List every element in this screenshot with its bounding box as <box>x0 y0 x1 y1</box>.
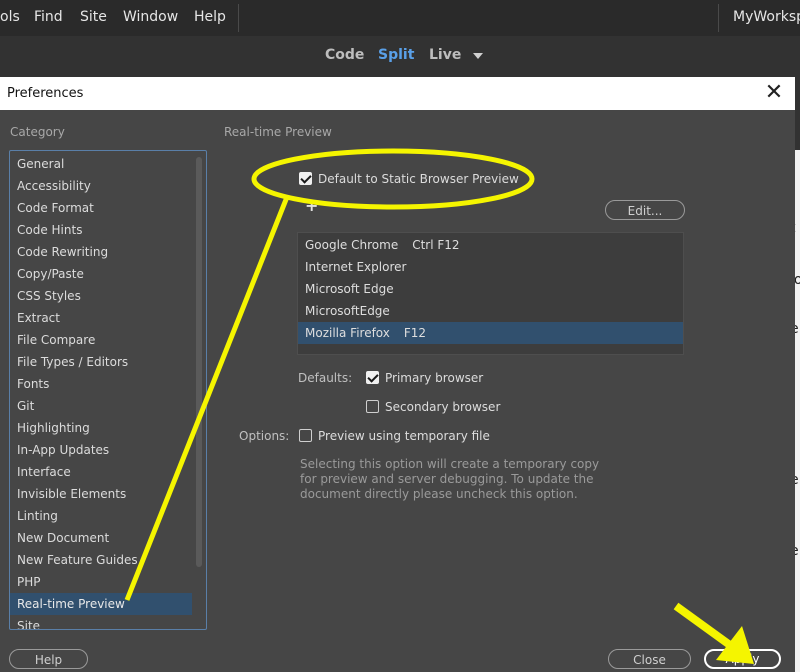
temp-file-label: Preview using temporary file <box>318 429 490 443</box>
remove-browser-icon[interactable]: − <box>336 195 349 214</box>
browser-name: Internet Explorer <box>305 260 407 274</box>
category-item[interactable]: In-App Updates <box>10 439 192 461</box>
category-item[interactable]: New Document <box>10 527 192 549</box>
category-item[interactable]: Invisible Elements <box>10 483 192 505</box>
menu-divider <box>718 4 719 32</box>
browser-name: MicrosoftEdge <box>305 304 390 318</box>
workspace-switcher[interactable]: MyWorksp <box>733 9 800 25</box>
browser-item[interactable]: Microsoft Edge <box>298 278 683 300</box>
category-item[interactable]: Code Format <box>10 197 192 219</box>
dialog-title: Preferences <box>7 86 84 101</box>
browser-shortcut: Ctrl F12 <box>412 238 460 252</box>
category-item[interactable]: Linting <box>10 505 192 527</box>
temp-file-note: Selecting this option will create a temp… <box>300 457 600 501</box>
category-item[interactable]: Code Hints <box>10 219 192 241</box>
category-item[interactable]: Extract <box>10 307 192 329</box>
add-browser-icon[interactable]: + <box>305 196 318 215</box>
browser-item-selected[interactable]: Mozilla Firefox F12 <box>298 322 683 344</box>
menu-window[interactable]: Window <box>123 9 178 25</box>
apply-button[interactable]: Apply <box>704 649 781 669</box>
browser-item[interactable]: Google Chrome Ctrl F12 <box>298 234 683 256</box>
menu-divider <box>238 4 239 32</box>
app-menu-bar: ols Find Site Window Help MyWorksp <box>0 0 800 36</box>
category-item[interactable]: Highlighting <box>10 417 192 439</box>
code-view-button[interactable]: Code <box>325 47 364 63</box>
secondary-browser-checkbox[interactable] <box>366 400 379 413</box>
category-item[interactable]: New Feature Guides <box>10 549 192 571</box>
browser-shortcut: F12 <box>403 326 427 340</box>
split-view-button[interactable]: Split <box>378 47 414 63</box>
browser-name: Google Chrome <box>305 238 399 252</box>
secondary-browser-label: Secondary browser <box>385 400 501 414</box>
section-title: Real-time Preview <box>224 125 332 139</box>
category-item[interactable]: General <box>10 153 192 175</box>
temp-file-checkbox[interactable] <box>299 429 312 442</box>
category-heading: Category <box>10 125 65 139</box>
menu-help[interactable]: Help <box>194 9 226 25</box>
category-item[interactable]: File Compare <box>10 329 192 351</box>
close-icon[interactable]: ✕ <box>762 80 786 106</box>
browser-list: Google Chrome Ctrl F12 Internet Explorer … <box>297 232 684 355</box>
menu-tools[interactable]: ols <box>0 9 20 25</box>
category-item[interactable]: CSS Styles <box>10 285 192 307</box>
options-label: Options: <box>239 429 290 443</box>
category-item[interactable]: Site <box>10 615 192 629</box>
browser-item[interactable]: Internet Explorer <box>298 256 683 278</box>
category-item[interactable]: Git <box>10 395 192 417</box>
primary-browser-checkbox[interactable] <box>366 371 379 384</box>
edit-browser-button[interactable]: Edit... <box>605 200 685 220</box>
category-item[interactable]: Accessibility <box>10 175 192 197</box>
view-mode-bar: Code Split Live <box>0 36 800 76</box>
browser-item[interactable]: MicrosoftEdge <box>298 300 683 322</box>
menu-site[interactable]: Site <box>80 9 107 25</box>
primary-browser-label: Primary browser <box>385 371 484 385</box>
default-static-label: Default to Static Browser Preview <box>318 172 519 186</box>
preferences-dialog: Preferences ✕ Category General Accessibi… <box>0 77 795 672</box>
category-item[interactable]: Interface <box>10 461 192 483</box>
category-item-selected[interactable]: Real-time Preview <box>10 593 192 615</box>
category-item[interactable]: PHP <box>10 571 192 593</box>
menu-find[interactable]: Find <box>34 9 63 25</box>
chevron-down-icon[interactable] <box>473 53 483 59</box>
category-item[interactable]: Code Rewriting <box>10 241 192 263</box>
browser-name: Microsoft Edge <box>305 282 394 296</box>
defaults-label: Defaults: <box>298 371 353 385</box>
close-button[interactable]: Close <box>608 649 691 669</box>
category-item[interactable]: Copy/Paste <box>10 263 192 285</box>
category-item[interactable]: File Types / Editors <box>10 351 192 373</box>
help-button[interactable]: Help <box>9 649 88 669</box>
category-item[interactable]: Fonts <box>10 373 192 395</box>
category-list: General Accessibility Code Format Code H… <box>9 150 207 630</box>
dialog-title-bar: Preferences ✕ <box>0 77 795 110</box>
default-static-checkbox[interactable] <box>299 172 312 185</box>
browser-name: Mozilla Firefox <box>305 326 390 340</box>
category-scrollbar[interactable] <box>196 157 202 567</box>
live-view-button[interactable]: Live <box>429 47 461 63</box>
